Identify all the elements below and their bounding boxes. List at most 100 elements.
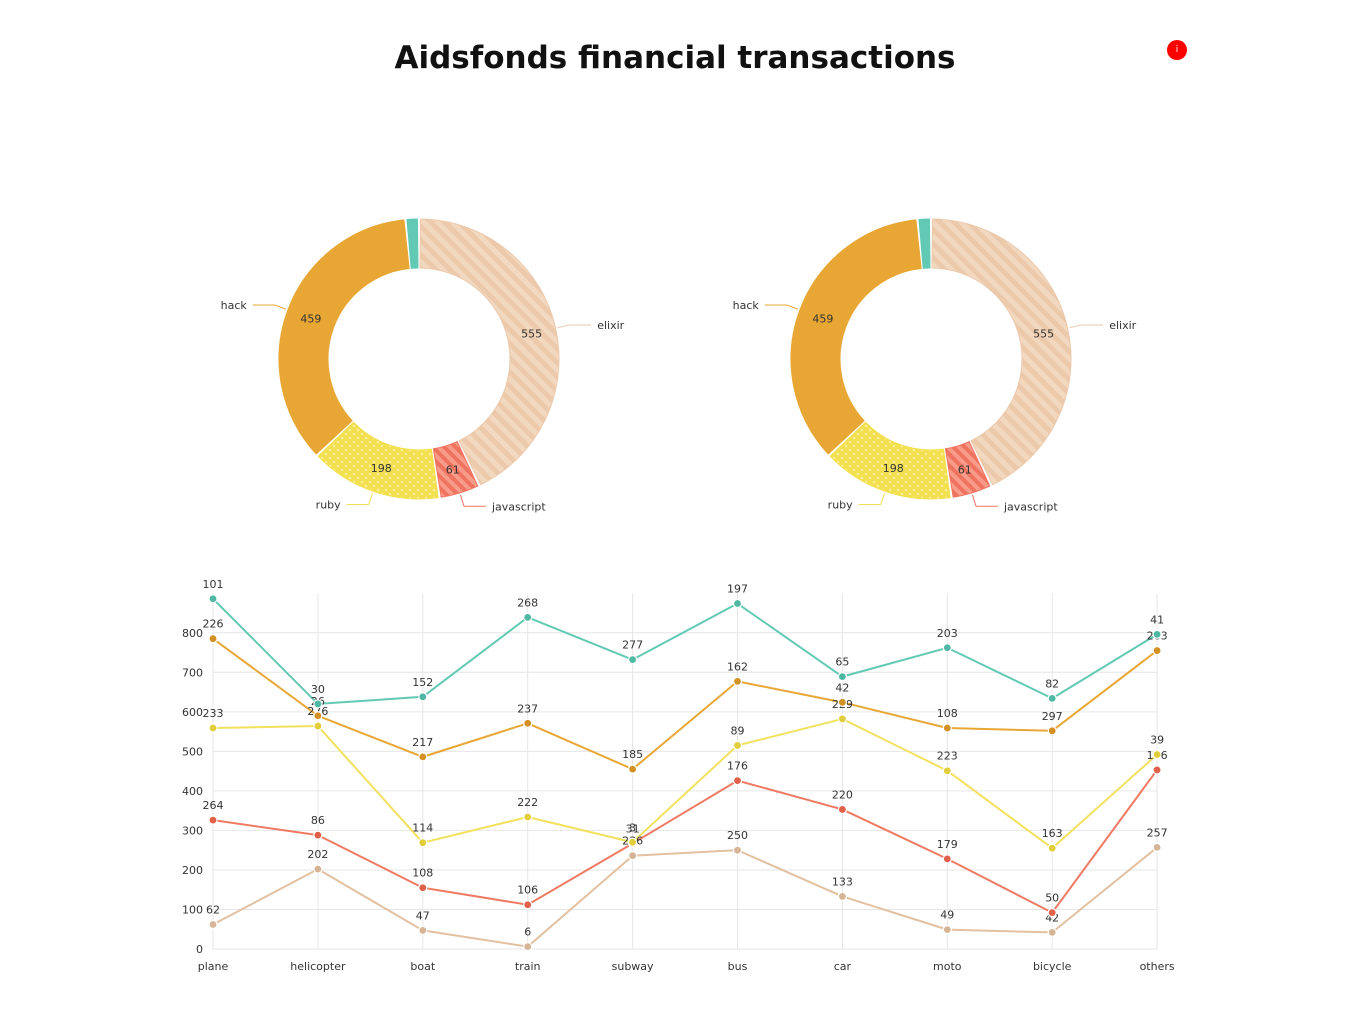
data-point[interactable] (627, 764, 638, 774)
data-point[interactable] (1047, 927, 1057, 937)
data-label: 268 (517, 596, 538, 609)
data-label: 163 (1042, 827, 1063, 840)
donut-leader-line (252, 304, 287, 310)
data-point[interactable] (732, 676, 743, 686)
charts-canvas: 555 elixir 61 javascript 198 ruby 459 hack 555 e… (182, 218, 1175, 973)
data-point[interactable] (313, 864, 323, 874)
data-label: 202 (307, 848, 328, 861)
data-point[interactable] (1152, 842, 1162, 853)
data-point[interactable] (523, 718, 533, 728)
data-point[interactable] (732, 776, 743, 786)
data-point[interactable] (418, 925, 428, 936)
series-line-3 (212, 637, 1158, 771)
data-point[interactable] (837, 804, 848, 815)
donut-category-label: elixir (1109, 319, 1136, 332)
data-point[interactable] (1152, 645, 1162, 656)
donut-category-label: javascript (491, 500, 546, 513)
y-tick-label: 0 (196, 943, 203, 956)
data-point[interactable] (1047, 693, 1057, 703)
data-point[interactable] (732, 740, 743, 751)
donut-leader-line (460, 494, 486, 507)
data-label: 133 (832, 875, 853, 888)
data-point[interactable] (837, 672, 848, 682)
donut-slice-hack[interactable] (790, 219, 922, 455)
data-label: 233 (203, 707, 224, 720)
x-tick-label: others (1140, 960, 1175, 973)
donut-leader-line (1069, 324, 1104, 329)
data-label: 226 (203, 618, 224, 631)
data-point[interactable] (208, 815, 218, 825)
data-label: 222 (517, 796, 538, 809)
data-point[interactable] (313, 830, 323, 840)
x-tick-label: helicopter (290, 960, 346, 973)
data-point[interactable] (627, 655, 638, 665)
data-point[interactable] (523, 942, 533, 952)
donut-leader-line (764, 304, 799, 310)
data-label: 203 (937, 627, 958, 640)
donut-value-label: 61 (446, 463, 460, 476)
data-point[interactable] (1152, 765, 1162, 775)
data-label: 277 (622, 639, 643, 652)
data-label: 86 (311, 814, 325, 827)
data-label: 162 (727, 660, 748, 673)
data-point[interactable] (418, 752, 428, 762)
data-point[interactable] (208, 723, 218, 733)
donut-slice-elixir[interactable] (419, 218, 560, 486)
data-point[interactable] (418, 692, 428, 702)
data-label: 42 (835, 681, 849, 694)
data-point[interactable] (1047, 908, 1057, 918)
data-label: 220 (832, 788, 853, 801)
data-point[interactable] (1152, 749, 1162, 760)
data-point[interactable] (1047, 843, 1057, 853)
x-tick-label: train (515, 960, 541, 973)
data-label: 217 (412, 736, 433, 749)
data-point[interactable] (418, 838, 428, 848)
data-point[interactable] (627, 837, 638, 847)
data-point[interactable] (942, 723, 952, 733)
series-line-4 (212, 598, 1158, 705)
data-point[interactable] (732, 845, 743, 855)
y-tick-label: 600 (182, 706, 203, 719)
x-tick-label: bicycle (1033, 960, 1072, 973)
data-point[interactable] (523, 900, 533, 910)
data-point[interactable] (942, 643, 952, 653)
data-point[interactable] (837, 891, 848, 902)
donut-value-label: 459 (300, 312, 321, 325)
data-label: 179 (937, 838, 958, 851)
y-tick-label: 400 (182, 785, 203, 798)
data-label: 108 (412, 867, 433, 880)
data-point[interactable] (208, 634, 218, 644)
donut-category-label: hack (221, 299, 248, 312)
donut-leader-line (858, 493, 886, 506)
y-tick-label: 100 (182, 903, 203, 916)
data-point[interactable] (1047, 726, 1057, 736)
data-label: 176 (727, 760, 748, 773)
data-point[interactable] (208, 594, 218, 604)
data-label: 185 (622, 748, 643, 761)
data-point[interactable] (313, 699, 323, 709)
data-label: 101 (203, 578, 224, 591)
data-point[interactable] (837, 714, 848, 724)
data-point[interactable] (837, 697, 848, 707)
data-label: 297 (1042, 710, 1063, 723)
donut-value-label: 198 (371, 462, 392, 475)
donut-slice-elixir[interactable] (931, 218, 1072, 486)
data-point[interactable] (942, 925, 952, 935)
data-label: 237 (517, 702, 538, 715)
data-point[interactable] (523, 812, 533, 822)
data-point[interactable] (732, 598, 743, 609)
data-point[interactable] (313, 711, 323, 721)
data-point[interactable] (313, 721, 323, 731)
data-point[interactable] (1152, 629, 1162, 639)
data-label: 41 (1150, 613, 1164, 626)
data-point[interactable] (523, 612, 533, 622)
data-point[interactable] (942, 766, 952, 776)
donut-slice-hack[interactable] (278, 219, 410, 455)
donut-category-label: elixir (597, 319, 624, 332)
data-point[interactable] (208, 919, 218, 930)
data-point[interactable] (942, 854, 952, 864)
data-label: 65 (835, 656, 849, 669)
data-point[interactable] (627, 851, 638, 861)
data-point[interactable] (418, 883, 428, 893)
donut-category-label: javascript (1003, 500, 1058, 513)
